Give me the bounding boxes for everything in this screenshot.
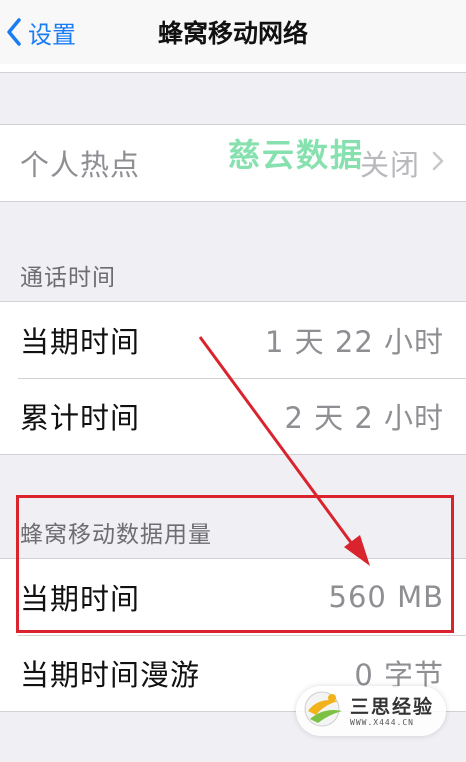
previous-section-edge [0,64,466,73]
call-time-header: 通话时间 [20,265,116,291]
call-time-current-value: 1 天 22 小时 [264,325,444,359]
hotspot-label: 个人热点 [20,148,141,182]
watermark-text: 慈云数据 [228,136,365,174]
chevron-right-icon [432,151,444,175]
highlight-box [16,495,454,633]
call-time-total-value: 2 天 2 小时 [284,401,444,435]
call-time-group: 当期时间 1 天 22 小时 累计时间 2 天 2 小时 [0,301,466,455]
screen: 设置 蜂窝移动网络 个人热点 关闭 通话时间 当期时间 1 天 22 小时 累计… [0,0,466,762]
call-time-total-label: 累计时间 [20,401,141,435]
watermark-logo: 三思经验 WWW.X444.CN [296,686,446,736]
hotspot-value: 关闭 [359,148,420,182]
navigation-bar: 设置 蜂窝移动网络 [0,0,466,65]
page-title: 蜂窝移动网络 [157,19,308,48]
call-time-current-label: 当期时间 [20,325,141,359]
logo-title: 三思经验 [350,695,435,718]
logo-url: WWW.X444.CN [350,717,414,727]
call-time-current-row: 当期时间 1 天 22 小时 [0,302,466,378]
cellular-data-roaming-label: 当期时间漫游 [20,658,201,692]
call-time-total-row: 累计时间 2 天 2 小时 [0,378,466,454]
sansi-logo-icon [302,689,346,733]
